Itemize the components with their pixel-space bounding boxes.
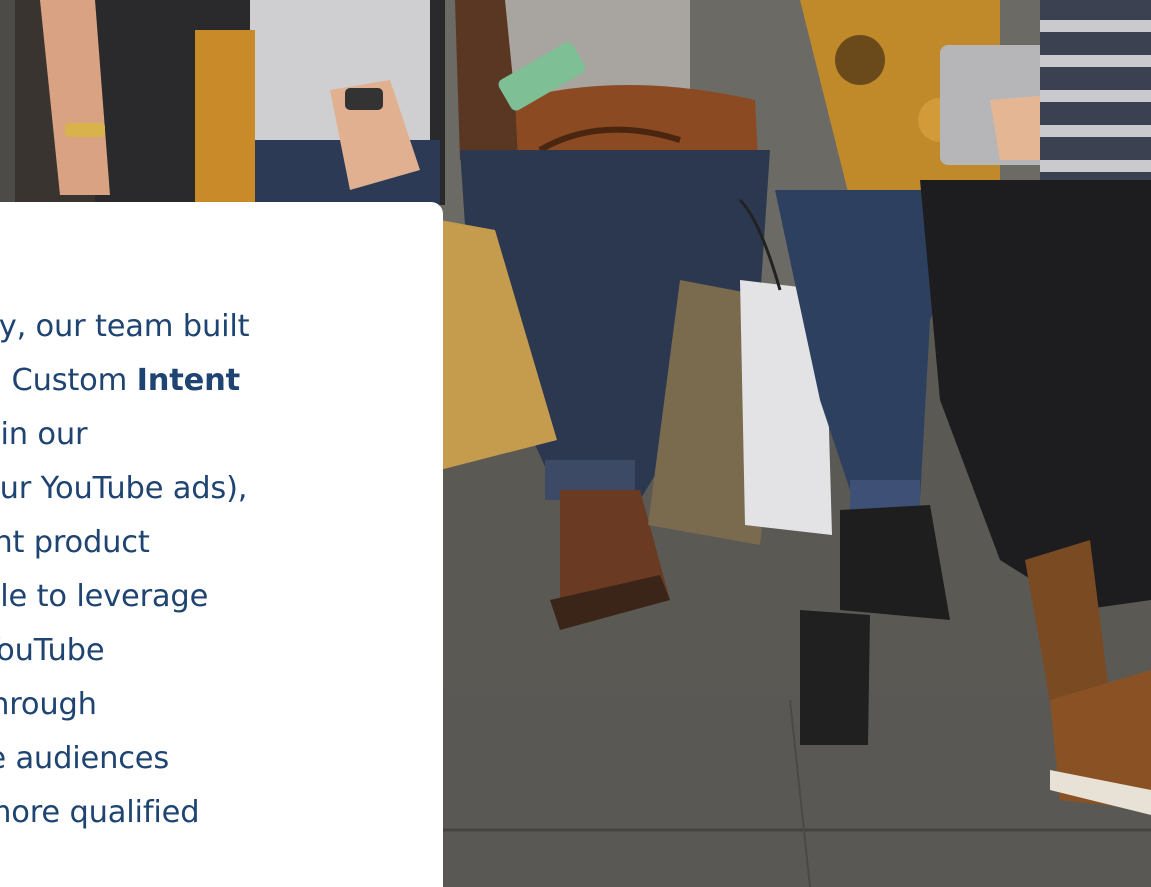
- card-line-text: ated Custom: [0, 363, 128, 398]
- card-line: ns through: [0, 687, 97, 722]
- card-line: ferent product: [0, 525, 150, 560]
- card-line: hese audiences: [0, 741, 170, 776]
- card-line: ng more qualified: [0, 795, 200, 830]
- card-line: n able to leverage: [0, 579, 209, 614]
- card-line: nd YouTube: [0, 633, 105, 668]
- page: tively, our team built ated Custom Inten…: [0, 0, 1151, 887]
- card-line: rms in our: [0, 417, 88, 452]
- content-card: tively, our team built ated Custom Inten…: [0, 202, 443, 887]
- card-line: ed our YouTube ads),: [0, 471, 248, 506]
- card-line-bold: Intent: [136, 363, 241, 398]
- card-line: tively, our team built: [0, 309, 250, 344]
- card-paragraph: tively, our team built ated Custom Inten…: [0, 300, 354, 840]
- card-line: ated Custom Intent: [0, 354, 354, 408]
